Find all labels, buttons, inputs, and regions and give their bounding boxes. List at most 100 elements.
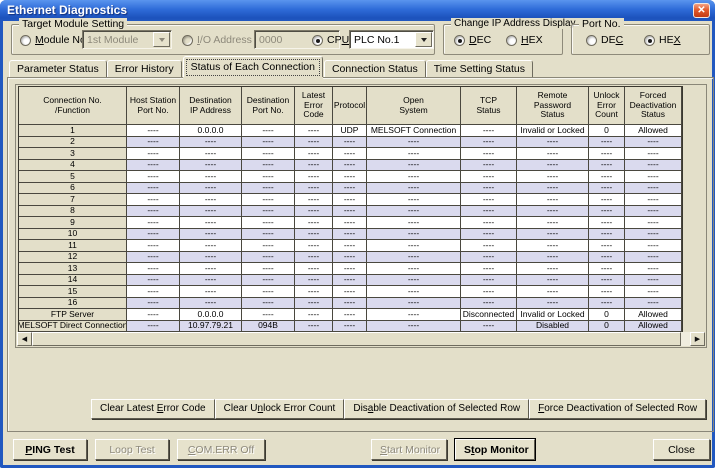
table-cell[interactable]: ---- — [333, 252, 367, 264]
table-row[interactable]: FTP Server----0.0.0.0----------------Dis… — [19, 309, 682, 321]
table-cell[interactable]: ---- — [517, 286, 589, 298]
table-cell[interactable]: ---- — [295, 309, 333, 321]
table-cell[interactable]: ---- — [367, 171, 461, 183]
table-cell[interactable]: ---- — [461, 206, 517, 218]
table-cell[interactable]: 10.97.79.21 — [180, 321, 242, 333]
table-cell[interactable]: ---- — [242, 309, 295, 321]
table-cell[interactable]: ---- — [180, 263, 242, 275]
table-cell[interactable]: ---- — [517, 263, 589, 275]
table-cell[interactable]: ---- — [367, 286, 461, 298]
table-cell[interactable]: ---- — [295, 252, 333, 264]
table-cell[interactable]: ---- — [180, 229, 242, 241]
table-cell[interactable]: ---- — [180, 217, 242, 229]
table-cell[interactable]: ---- — [367, 160, 461, 172]
table-cell[interactable]: ---- — [367, 298, 461, 310]
table-cell[interactable]: ---- — [333, 217, 367, 229]
table-cell[interactable]: ---- — [589, 286, 625, 298]
table-cell[interactable]: ---- — [242, 240, 295, 252]
table-cell[interactable]: ---- — [333, 160, 367, 172]
table-cell[interactable]: ---- — [180, 275, 242, 287]
table-cell[interactable]: ---- — [127, 194, 180, 206]
table-cell[interactable]: ---- — [367, 240, 461, 252]
force-deactivation-of-selected-row-button[interactable]: Force Deactivation of Selected Row — [529, 399, 706, 419]
table-cell[interactable]: ---- — [517, 206, 589, 218]
table-row[interactable]: 13--------------------------------------… — [19, 263, 682, 275]
table-cell[interactable]: ---- — [461, 263, 517, 275]
table-cell[interactable]: ---- — [180, 148, 242, 160]
scroll-right-button[interactable]: ▶ — [690, 332, 705, 346]
table-cell[interactable]: ---- — [517, 194, 589, 206]
table-cell[interactable]: ---- — [242, 263, 295, 275]
table-cell[interactable]: ---- — [367, 321, 461, 333]
table-cell[interactable]: ---- — [127, 160, 180, 172]
table-cell[interactable]: ---- — [367, 252, 461, 264]
table-cell[interactable]: ---- — [625, 298, 682, 310]
table-cell[interactable]: ---- — [242, 194, 295, 206]
com-err-off-button[interactable]: COM.ERR Off — [177, 439, 265, 460]
table-row[interactable]: 7---------------------------------------… — [19, 194, 682, 206]
table-cell[interactable]: ---- — [367, 183, 461, 195]
table-row[interactable]: 1----0.0.0.0--------UDPMELSOFT Connectio… — [19, 125, 682, 137]
table-cell[interactable]: ---- — [127, 309, 180, 321]
table-cell[interactable]: ---- — [127, 275, 180, 287]
table-cell[interactable]: ---- — [127, 229, 180, 241]
table-cell[interactable]: ---- — [589, 194, 625, 206]
table-cell[interactable]: ---- — [127, 263, 180, 275]
table-cell[interactable]: ---- — [242, 298, 295, 310]
table-row[interactable]: 3---------------------------------------… — [19, 148, 682, 160]
table-cell[interactable]: ---- — [461, 240, 517, 252]
table-cell[interactable]: ---- — [367, 217, 461, 229]
table-cell[interactable]: ---- — [461, 298, 517, 310]
table-cell[interactable]: ---- — [333, 229, 367, 241]
table-cell[interactable]: ---- — [625, 263, 682, 275]
row-header-cell[interactable]: 8 — [19, 206, 127, 218]
table-cell[interactable]: ---- — [625, 194, 682, 206]
table-cell[interactable]: Invalid or Locked — [517, 125, 589, 137]
table-cell[interactable]: ---- — [180, 206, 242, 218]
table-cell[interactable]: ---- — [589, 206, 625, 218]
table-row[interactable]: 6---------------------------------------… — [19, 183, 682, 195]
table-cell[interactable]: 0.0.0.0 — [180, 309, 242, 321]
table-cell[interactable]: ---- — [461, 125, 517, 137]
table-cell[interactable]: ---- — [461, 183, 517, 195]
table-cell[interactable]: ---- — [295, 194, 333, 206]
table-cell[interactable]: ---- — [333, 240, 367, 252]
table-cell[interactable]: ---- — [589, 171, 625, 183]
table-cell[interactable]: Allowed — [625, 321, 682, 333]
row-header-cell[interactable]: 4 — [19, 160, 127, 172]
module-select[interactable]: 1st Module — [82, 30, 172, 49]
table-cell[interactable]: ---- — [625, 137, 682, 149]
table-cell[interactable]: ---- — [461, 160, 517, 172]
table-cell[interactable]: ---- — [625, 275, 682, 287]
table-cell[interactable]: ---- — [242, 148, 295, 160]
table-cell[interactable]: ---- — [242, 183, 295, 195]
row-header-cell[interactable]: 5 — [19, 171, 127, 183]
table-cell[interactable]: ---- — [295, 217, 333, 229]
table-cell[interactable]: Allowed — [625, 309, 682, 321]
row-header-cell[interactable]: 14 — [19, 275, 127, 287]
table-cell[interactable]: ---- — [461, 217, 517, 229]
row-header-cell[interactable]: 16 — [19, 298, 127, 310]
table-cell[interactable]: 0 — [589, 125, 625, 137]
row-header-cell[interactable]: 10 — [19, 229, 127, 241]
table-cell[interactable]: ---- — [295, 183, 333, 195]
table-cell[interactable]: ---- — [127, 252, 180, 264]
tab-error-history[interactable]: Error History — [107, 60, 182, 77]
table-cell[interactable]: ---- — [295, 229, 333, 241]
table-cell[interactable]: ---- — [517, 229, 589, 241]
table-cell[interactable]: ---- — [517, 137, 589, 149]
table-cell[interactable]: ---- — [589, 229, 625, 241]
row-header-cell[interactable]: 11 — [19, 240, 127, 252]
table-cell[interactable]: ---- — [333, 148, 367, 160]
close-dialog-button[interactable]: Close — [653, 439, 710, 460]
table-cell[interactable]: ---- — [180, 298, 242, 310]
table-cell[interactable]: ---- — [589, 183, 625, 195]
table-cell[interactable]: ---- — [242, 125, 295, 137]
ip-dec-radio[interactable]: DEC — [454, 34, 491, 46]
table-cell[interactable]: ---- — [367, 206, 461, 218]
row-header-cell[interactable]: 9 — [19, 217, 127, 229]
clear-latest-error-code-button[interactable]: Clear Latest Error Code — [91, 399, 215, 419]
table-cell[interactable]: UDP — [333, 125, 367, 137]
table-row[interactable]: MELSOFT Direct Connection----10.97.79.21… — [19, 321, 682, 333]
table-cell[interactable]: ---- — [180, 183, 242, 195]
